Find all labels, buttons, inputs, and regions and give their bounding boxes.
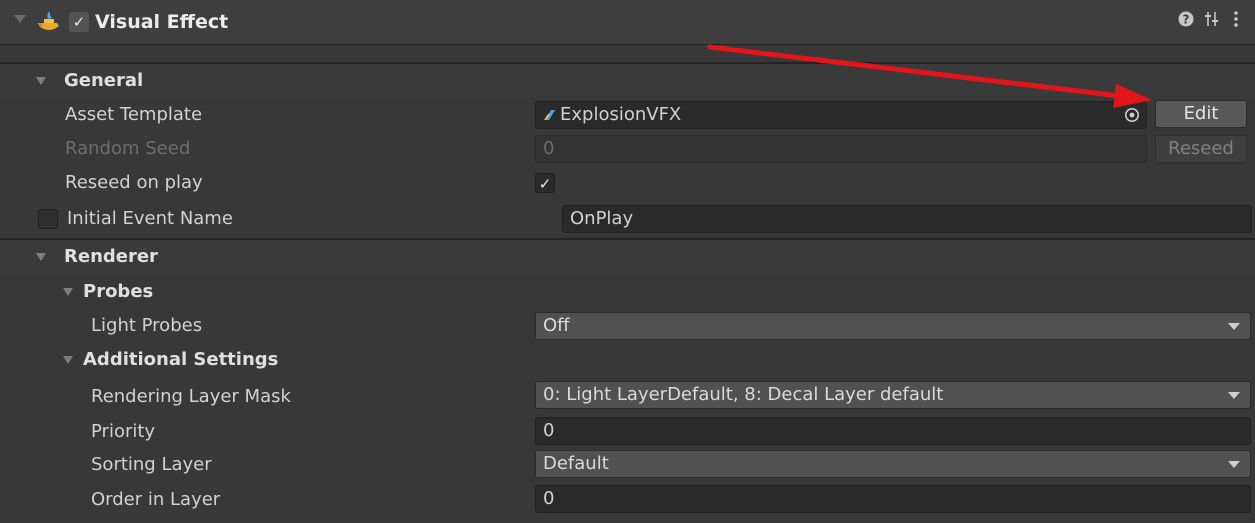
sorting-layer-row: Sorting Layer Default: [0, 448, 1255, 482]
foldout-arrow-icon[interactable]: [36, 253, 46, 261]
initial-event-field[interactable]: OnPlay: [562, 205, 1252, 233]
section-title: Renderer: [64, 246, 158, 267]
edit-button[interactable]: Edit: [1155, 100, 1247, 128]
light-probes-row: Light Probes Off: [0, 309, 1255, 343]
reseed-on-play-row: Reseed on play ✓: [0, 166, 1255, 200]
help-icon[interactable]: ?: [1178, 10, 1194, 34]
priority-row: Priority 0: [0, 415, 1255, 449]
foldout-arrow-icon[interactable]: [36, 77, 46, 85]
section-general[interactable]: General: [0, 64, 1255, 98]
field-label: Random Seed: [65, 138, 191, 159]
field-label: Reseed on play: [65, 172, 203, 193]
more-icon[interactable]: [1233, 10, 1239, 35]
order-in-layer-row: Order in Layer 0: [0, 483, 1255, 517]
component-title: Visual Effect: [95, 11, 229, 33]
field-label: Order in Layer: [91, 489, 221, 510]
asset-template-value: ExplosionVFX: [560, 104, 682, 125]
field-label: Initial Event Name: [67, 208, 233, 229]
rendering-layer-mask-row: Rendering Layer Mask 0: Light LayerDefau…: [0, 380, 1255, 414]
probes-foldout[interactable]: Probes: [0, 275, 1255, 309]
visual-effect-icon: [37, 11, 59, 30]
sorting-layer-dropdown[interactable]: Default: [535, 450, 1251, 478]
additional-settings-foldout[interactable]: Additional Settings: [0, 343, 1255, 377]
chevron-down-icon: [1228, 392, 1240, 399]
rendering-layer-mask-dropdown[interactable]: 0: Light LayerDefault, 8: Decal Layer de…: [535, 381, 1251, 409]
initial-event-checkbox[interactable]: [38, 209, 58, 229]
field-label: Asset Template: [65, 104, 203, 125]
light-probes-dropdown[interactable]: Off: [535, 312, 1251, 340]
field-label: Rendering Layer Mask: [91, 386, 291, 407]
object-picker-icon[interactable]: [1124, 107, 1140, 123]
vfx-asset-icon: [544, 110, 555, 120]
foldout-title: Probes: [83, 281, 154, 302]
initial-event-row: Initial Event Name OnPlay: [0, 202, 1255, 236]
foldout-arrow-icon[interactable]: [14, 15, 26, 23]
dropdown-value: Default: [543, 453, 609, 474]
foldout-arrow-icon[interactable]: [63, 356, 73, 364]
section-renderer[interactable]: Renderer: [0, 240, 1255, 274]
random-seed-field[interactable]: 0: [535, 135, 1147, 163]
preset-icon[interactable]: [1204, 10, 1220, 35]
chevron-down-icon: [1228, 461, 1240, 468]
reseed-button[interactable]: Reseed: [1155, 135, 1247, 163]
foldout-title: Additional Settings: [83, 349, 279, 370]
asset-template-row: Asset Template ExplosionVFX Edit: [0, 98, 1255, 132]
random-seed-row: Random Seed 0 Reseed: [0, 132, 1255, 166]
svg-text:?: ?: [1183, 13, 1190, 27]
asset-template-field[interactable]: ExplosionVFX: [535, 101, 1147, 129]
field-label: Light Probes: [91, 315, 203, 336]
component-header[interactable]: ✓ Visual Effect ?: [0, 0, 1255, 45]
foldout-arrow-icon[interactable]: [63, 288, 73, 296]
field-label: Priority: [91, 421, 156, 442]
component-enabled-checkbox[interactable]: ✓: [69, 12, 89, 32]
reseed-on-play-checkbox[interactable]: ✓: [535, 173, 555, 193]
order-in-layer-field[interactable]: 0: [535, 485, 1251, 513]
dropdown-value: 0: Light LayerDefault, 8: Decal Layer de…: [543, 384, 944, 405]
section-title: General: [64, 70, 144, 91]
priority-field[interactable]: 0: [535, 417, 1251, 445]
dropdown-value: Off: [543, 315, 570, 336]
chevron-down-icon: [1228, 323, 1240, 330]
field-label: Sorting Layer: [91, 454, 212, 475]
